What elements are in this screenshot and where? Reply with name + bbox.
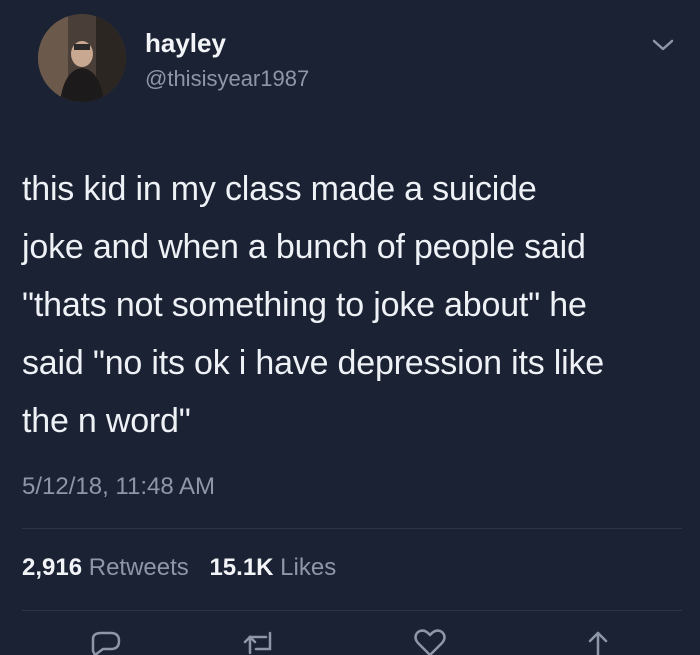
likes-count[interactable]: 15.1K	[209, 554, 273, 581]
author-name[interactable]: hayley	[145, 28, 226, 59]
divider	[22, 610, 682, 611]
retweet-icon[interactable]	[240, 629, 280, 655]
retweets-count[interactable]: 2,916	[22, 554, 82, 581]
chevron-down-icon[interactable]	[650, 36, 676, 54]
reply-icon[interactable]	[85, 629, 125, 655]
tweet-timestamp[interactable]: 5/12/18, 11:48 AM	[22, 473, 215, 501]
tweet-stats: 2,916 Retweets 15.1K Likes	[22, 554, 336, 582]
tweet-text: this kid in my class made a suicide joke…	[22, 170, 604, 440]
action-bar	[0, 625, 700, 655]
retweets-label[interactable]: Retweets	[89, 554, 189, 581]
share-icon[interactable]	[578, 629, 618, 655]
likes-label[interactable]: Likes	[280, 554, 336, 581]
author-handle[interactable]: @thisisyear1987	[145, 66, 309, 92]
divider	[22, 528, 682, 529]
profile-photo	[38, 14, 126, 102]
avatar[interactable]	[38, 14, 126, 102]
heart-icon[interactable]	[410, 629, 450, 655]
